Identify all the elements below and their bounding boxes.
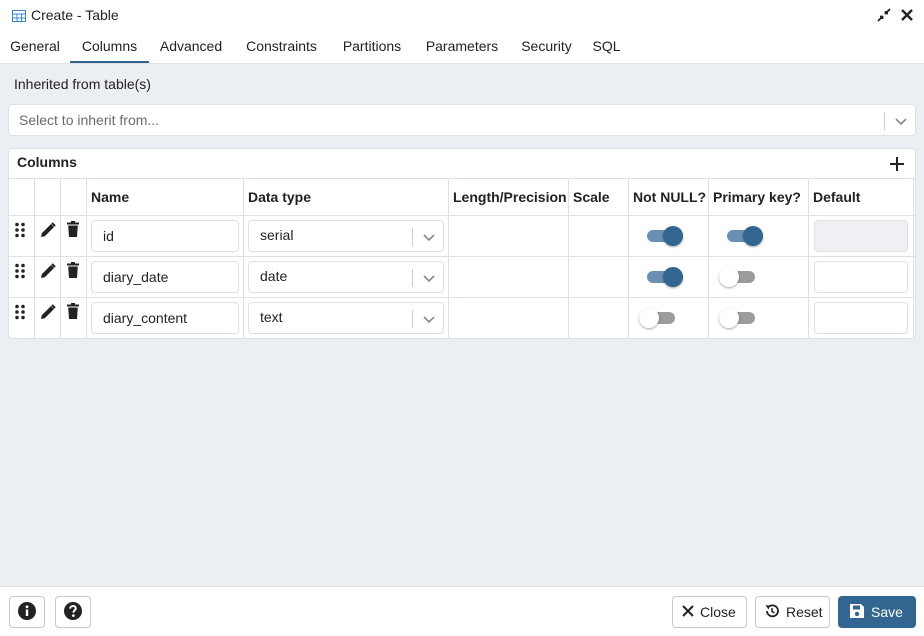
plus-icon — [887, 157, 907, 177]
info-icon — [17, 601, 37, 624]
toggle-knob — [663, 267, 683, 287]
compress-icon — [877, 7, 891, 25]
drag-handle-icon[interactable] — [15, 304, 31, 322]
drag-handle-icon[interactable] — [15, 222, 31, 240]
toggle-knob — [639, 308, 659, 328]
column-name-input[interactable]: diary_date — [91, 261, 239, 293]
close-window-button[interactable] — [897, 6, 917, 26]
toggle-knob — [719, 308, 739, 328]
help-icon — [63, 601, 83, 624]
toggle-knob — [743, 226, 763, 246]
column-name-input[interactable]: id — [91, 220, 239, 252]
data-type-value: text — [260, 309, 283, 325]
column-name-input[interactable]: diary_content — [91, 302, 239, 334]
inherit-label: Inherited from table(s) — [14, 76, 151, 92]
chevron-down-icon[interactable] — [421, 229, 437, 248]
primary-key-toggle[interactable] — [719, 308, 755, 328]
data-type-select[interactable]: serial — [248, 220, 444, 252]
not-null-toggle[interactable] — [639, 308, 675, 328]
close-button-label: Close — [700, 604, 736, 620]
dialog-title: Create - Table — [31, 7, 119, 23]
save-button[interactable]: Save — [838, 596, 916, 628]
minimize-button[interactable] — [874, 6, 894, 26]
inherit-placeholder: Select to inherit from... — [19, 112, 160, 128]
columns-panel-header: Columns — [9, 149, 915, 179]
table-row: id serial — [9, 216, 915, 257]
close-icon — [682, 604, 694, 620]
tab-constraints[interactable]: Constraints — [233, 32, 330, 63]
data-type-select[interactable]: date — [248, 261, 444, 293]
data-type-value: date — [260, 268, 288, 284]
drag-handle-icon[interactable] — [15, 263, 31, 281]
column-header-name: Name — [91, 189, 130, 205]
reset-button-label: Reset — [786, 604, 823, 620]
tab-columns[interactable]: Columns — [70, 32, 149, 63]
pencil-icon[interactable] — [40, 222, 56, 240]
info-button[interactable] — [9, 596, 45, 628]
column-header-scale: Scale — [573, 189, 610, 205]
default-input[interactable] — [814, 261, 908, 293]
chevron-down-icon[interactable] — [421, 270, 437, 289]
pencil-icon[interactable] — [40, 263, 56, 281]
toggle-knob — [719, 267, 739, 287]
floppy-disk-icon — [849, 603, 865, 622]
column-header-not-null: Not NULL? — [633, 189, 707, 205]
chevron-down-icon[interactable] — [421, 311, 437, 330]
reset-icon — [764, 603, 780, 622]
tab-advanced[interactable]: Advanced — [149, 32, 233, 63]
primary-key-toggle[interactable] — [719, 267, 755, 287]
chevron-down-icon[interactable] — [893, 113, 909, 132]
tab-partitions[interactable]: Partitions — [330, 32, 414, 63]
column-header-primary-key: Primary key? — [713, 189, 801, 205]
inherit-select[interactable]: Select to inherit from... — [8, 104, 916, 136]
trash-icon[interactable] — [67, 221, 83, 239]
table-icon — [12, 9, 26, 25]
tab-bar: General Columns Advanced Constraints Par… — [0, 32, 924, 64]
columns-panel: Columns Name Data type Length/Precision … — [8, 148, 916, 339]
column-header-default: Default — [813, 189, 861, 205]
tab-general[interactable]: General — [0, 32, 70, 63]
table-row: diary_date date — [9, 257, 915, 298]
primary-key-toggle[interactable] — [727, 226, 763, 246]
table-row: diary_content text — [9, 298, 915, 339]
pencil-icon[interactable] — [40, 304, 56, 322]
not-null-toggle[interactable] — [647, 267, 683, 287]
close-button[interactable]: Close — [672, 596, 747, 628]
select-separator — [412, 310, 413, 328]
trash-icon[interactable] — [67, 262, 83, 280]
columns-panel-title: Columns — [17, 154, 77, 170]
reset-button[interactable]: Reset — [755, 596, 830, 628]
add-column-button[interactable] — [887, 154, 907, 174]
select-separator — [884, 112, 885, 130]
not-null-toggle[interactable] — [647, 226, 683, 246]
select-separator — [412, 269, 413, 287]
default-input — [814, 220, 908, 252]
default-input[interactable] — [814, 302, 908, 334]
tab-security[interactable]: Security — [510, 32, 583, 63]
toggle-knob — [663, 226, 683, 246]
data-type-select[interactable]: text — [248, 302, 444, 334]
tab-sql[interactable]: SQL — [583, 32, 630, 63]
column-header-length: Length/Precision — [453, 189, 567, 205]
trash-icon[interactable] — [67, 303, 83, 321]
save-button-label: Save — [871, 604, 903, 620]
tab-parameters[interactable]: Parameters — [414, 32, 510, 63]
data-type-value: serial — [260, 227, 294, 243]
dialog-titlebar: Create - Table — [0, 0, 924, 32]
select-separator — [412, 228, 413, 246]
dialog-footer: Close Reset Save — [0, 586, 924, 636]
help-button[interactable] — [55, 596, 91, 628]
close-icon — [901, 8, 913, 24]
column-header-data-type: Data type — [248, 189, 312, 205]
